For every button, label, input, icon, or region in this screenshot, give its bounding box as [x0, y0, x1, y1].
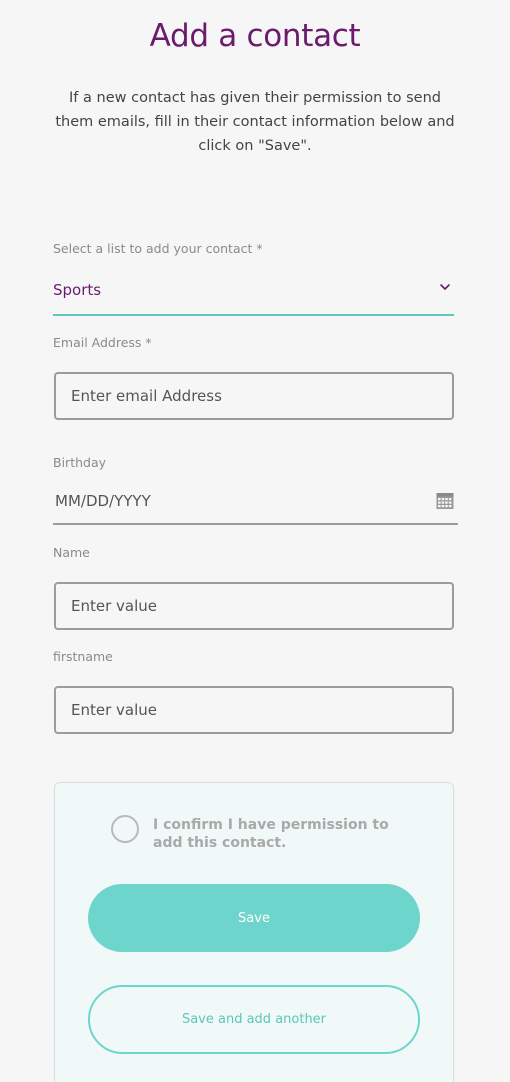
- firstname-label: firstname: [53, 649, 113, 664]
- email-label: Email Address *: [53, 335, 152, 350]
- calendar-icon[interactable]: [436, 492, 454, 510]
- chevron-down-icon: [440, 284, 450, 290]
- birthday-field[interactable]: [53, 482, 413, 520]
- list-select[interactable]: Sports: [53, 274, 454, 316]
- consent-text: I confirm I have permission to add this …: [153, 817, 389, 851]
- list-select-label: Select a list to add your contact *: [53, 241, 263, 256]
- name-field[interactable]: [54, 582, 454, 630]
- list-select-value: Sports: [53, 281, 102, 299]
- save-button[interactable]: Save: [88, 884, 420, 952]
- name-label: Name: [53, 545, 90, 560]
- birthday-row: [53, 482, 458, 525]
- intro-text: If a new contact has given their permiss…: [55, 90, 455, 154]
- birthday-label: Birthday: [53, 455, 107, 470]
- firstname-field[interactable]: [54, 686, 454, 734]
- save-and-add-another-button[interactable]: Save and add another: [88, 985, 420, 1054]
- consent-checkbox[interactable]: [111, 815, 139, 843]
- email-field[interactable]: [54, 372, 454, 420]
- page-title: Add a contact: [149, 18, 361, 54]
